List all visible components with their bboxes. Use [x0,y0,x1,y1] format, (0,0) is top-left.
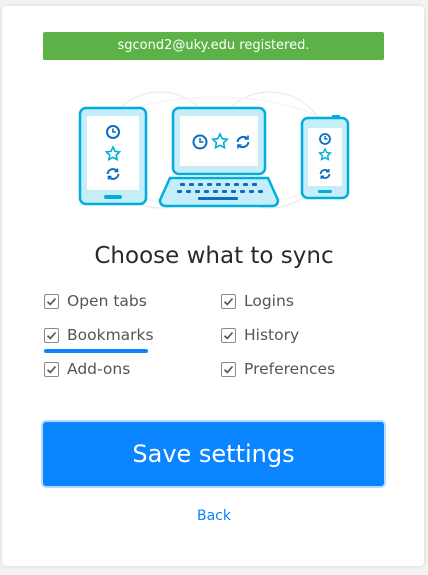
back-link[interactable]: Back [0,508,428,524]
checkbox-preferences[interactable] [221,361,236,377]
option-label: Preferences [244,360,336,378]
option-label: Logins [244,292,294,310]
option-open-tabs[interactable]: Open tabs [44,290,147,312]
checkbox-add-ons[interactable] [44,361,59,377]
page-title: Choose what to sync [94,243,334,269]
option-label: History [244,326,300,344]
checkbox-logins[interactable] [221,293,236,309]
check-icon [46,365,57,374]
registered-banner-text: sgcond2@uky.edu registered. [117,38,310,53]
option-label: Open tabs [67,292,147,310]
save-settings-button[interactable]: Save settings [43,422,384,486]
focus-underline [44,349,148,353]
devices-illustration [78,91,351,209]
laptop-icon [158,106,280,208]
option-logins[interactable]: Logins [221,290,294,312]
check-icon [223,365,234,374]
option-history[interactable]: History [221,324,299,346]
option-preferences[interactable]: Preferences [221,358,335,380]
check-icon [223,297,234,306]
check-icon [46,297,57,306]
phone-icon [300,115,350,200]
option-add-ons[interactable]: Add-ons [44,358,130,380]
registered-banner: sgcond2@uky.edu registered. [43,32,384,60]
check-icon [46,331,57,340]
tablet-icon [78,106,148,206]
check-icon [223,331,234,340]
option-label: Bookmarks [67,326,154,344]
option-label: Add-ons [67,360,131,378]
checkbox-history[interactable] [221,327,236,343]
checkbox-bookmarks[interactable] [44,327,59,343]
option-bookmarks[interactable]: Bookmarks [44,324,154,346]
checkbox-open-tabs[interactable] [44,293,59,309]
